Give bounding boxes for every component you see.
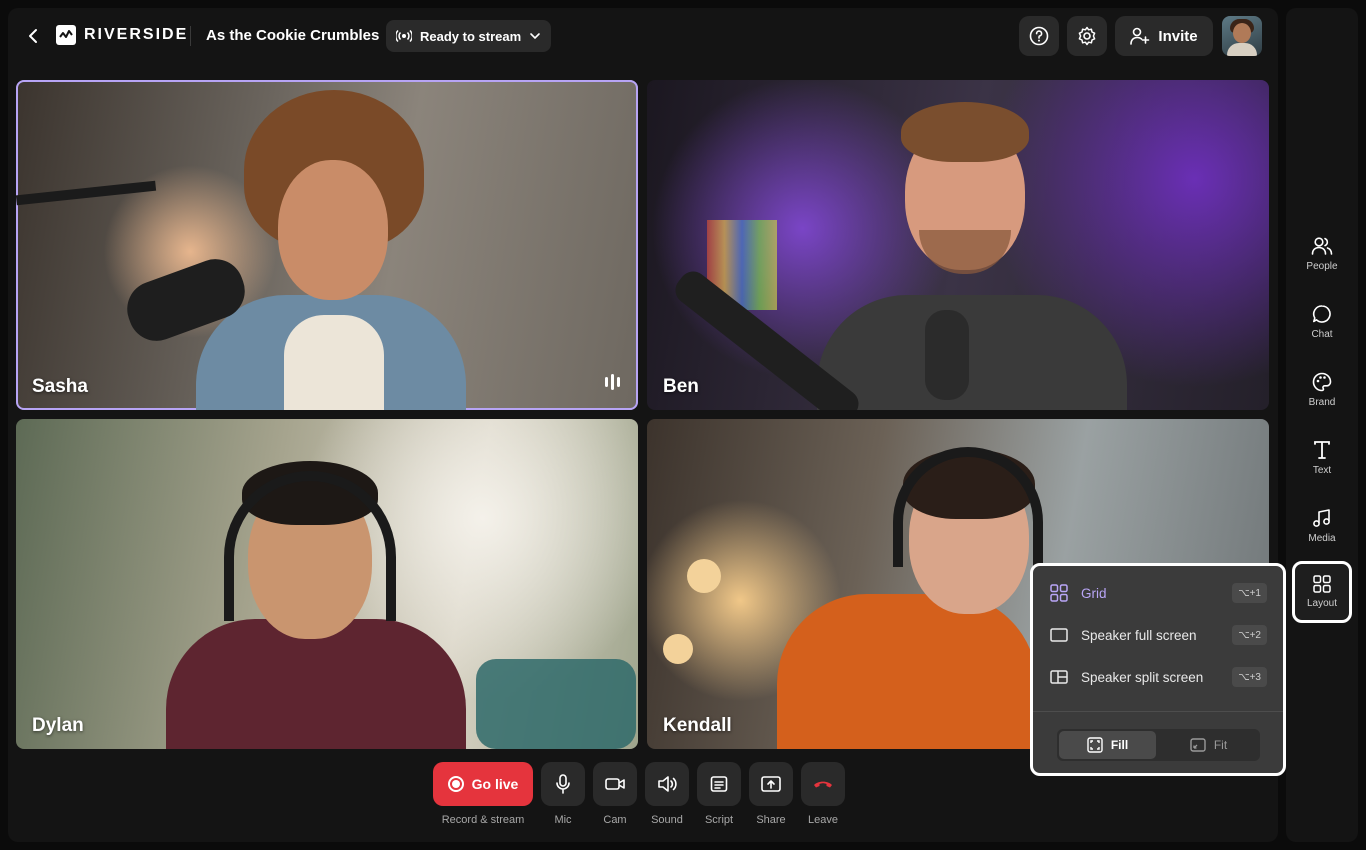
shortcut-badge: ⌥+3 [1232,667,1267,687]
layout-option-label: Grid [1081,585,1107,601]
menu-divider [1033,711,1283,712]
grid-layout-icon [1049,583,1069,603]
palette-icon [1312,372,1332,392]
sidebar-item-people[interactable]: People [1286,224,1358,284]
chevron-down-icon [530,33,540,40]
shortcut-badge: ⌥+1 [1232,583,1267,603]
fill-label: Fill [1110,738,1129,752]
layout-option-speaker-split[interactable]: Speaker split screen ⌥+3 [1049,662,1267,692]
video-tile-dylan[interactable]: Dylan [16,419,638,749]
sound-label: Sound [651,814,683,826]
top-bar: RIVERSIDE As the Cookie Crumbles Ready t… [8,8,1278,64]
go-live-button[interactable]: Go live [433,762,533,806]
app-root: RIVERSIDE As the Cookie Crumbles Ready t… [0,0,1366,850]
script-icon [710,776,728,792]
speaker-icon [658,776,677,792]
layout-option-label: Speaker full screen [1081,627,1197,643]
brand-name: RIVERSIDE [84,26,189,43]
invite-button[interactable]: Invite [1115,16,1213,56]
microphone-icon [556,774,570,794]
script-label: Script [704,814,734,826]
cam-button[interactable] [593,762,637,806]
camera-icon [605,778,625,790]
cam-control[interactable]: Cam [593,762,637,826]
audio-level-icon [605,374,620,390]
participant-name: Ben [663,376,699,397]
invite-label: Invite [1158,27,1198,45]
text-icon [1314,441,1330,459]
sidebar-item-label: Media [1308,533,1336,544]
layout-option-label: Speaker split screen [1081,669,1204,685]
go-live-caption: Record & stream [441,814,525,826]
mic-button[interactable] [541,762,585,806]
fit-label: Fit [1213,738,1228,752]
sidebar-item-label: Chat [1311,329,1333,340]
shortcut-badge: ⌥+2 [1232,625,1267,645]
fill-option[interactable]: Fill [1059,731,1156,759]
layout-option-speaker-full[interactable]: Speaker full screen ⌥+2 [1049,620,1267,650]
gear-icon [1078,26,1096,46]
cam-label: Cam [603,814,627,826]
header-divider [190,26,191,46]
go-live-control[interactable]: Go live Record & stream [433,762,533,826]
sidebar-item-layout[interactable]: Layout [1292,561,1352,623]
sidebar-item-label: Text [1312,465,1332,476]
sidebar-item-media[interactable]: Media [1286,496,1358,556]
brand-logo: RIVERSIDE [56,25,188,45]
fit-option[interactable]: Fit [1160,731,1257,759]
sidebar-item-text[interactable]: Text [1286,428,1358,488]
sound-control[interactable]: Sound [645,762,689,826]
script-control[interactable]: Script [697,762,741,826]
layout-option-grid[interactable]: Grid ⌥+1 [1049,578,1267,608]
fill-fit-toggle: Fill Fit [1057,729,1260,761]
sound-button[interactable] [645,762,689,806]
help-button[interactable] [1019,16,1059,56]
user-avatar[interactable] [1222,16,1262,56]
leave-control[interactable]: Leave [801,762,845,826]
session-title: As the Cookie Crumbles [206,27,380,44]
participant-name: Kendall [663,715,732,736]
leave-label: Leave [808,814,838,826]
script-button[interactable] [697,762,741,806]
full-screen-layout-icon [1049,625,1069,645]
stream-status-label: Ready to stream [420,28,522,44]
broadcast-icon [396,29,412,43]
back-button[interactable] [22,24,44,48]
record-icon [447,776,464,792]
video-tile-ben[interactable]: Ben [647,80,1269,410]
hang-up-icon [814,781,832,788]
share-screen-icon [761,776,781,792]
add-user-icon [1130,27,1150,45]
chat-icon [1312,305,1331,323]
music-icon [1313,509,1330,527]
participant-name: Sasha [32,376,88,397]
chevron-left-icon [29,29,37,43]
right-sidebar: People Chat Brand Text Media Layout [1286,8,1358,842]
sidebar-item-label: Layout [1306,598,1338,609]
stream-status-dropdown[interactable]: Ready to stream [386,20,552,52]
fill-icon [1087,737,1103,753]
mic-control[interactable]: Mic [541,762,585,826]
people-icon [1311,237,1333,255]
participant-name: Dylan [32,715,84,736]
go-live-label: Go live [471,776,519,792]
split-screen-layout-icon [1049,667,1069,687]
leave-button[interactable] [801,762,845,806]
riverside-logo-icon [56,25,76,45]
sidebar-item-label: Brand [1308,397,1336,408]
help-icon [1029,26,1049,46]
share-button[interactable] [749,762,793,806]
mic-label: Mic [554,814,572,826]
share-control[interactable]: Share [749,762,793,826]
layout-menu: Grid ⌥+1 Speaker full screen ⌥+2 Speaker… [1030,563,1286,776]
sidebar-item-chat[interactable]: Chat [1286,292,1358,352]
settings-button[interactable] [1067,16,1107,56]
fit-icon [1190,738,1206,752]
sidebar-item-label: People [1306,261,1338,272]
sidebar-item-brand[interactable]: Brand [1286,360,1358,420]
share-label: Share [756,814,786,826]
layout-grid-icon [1313,575,1331,593]
video-tile-sasha[interactable]: Sasha [16,80,638,410]
